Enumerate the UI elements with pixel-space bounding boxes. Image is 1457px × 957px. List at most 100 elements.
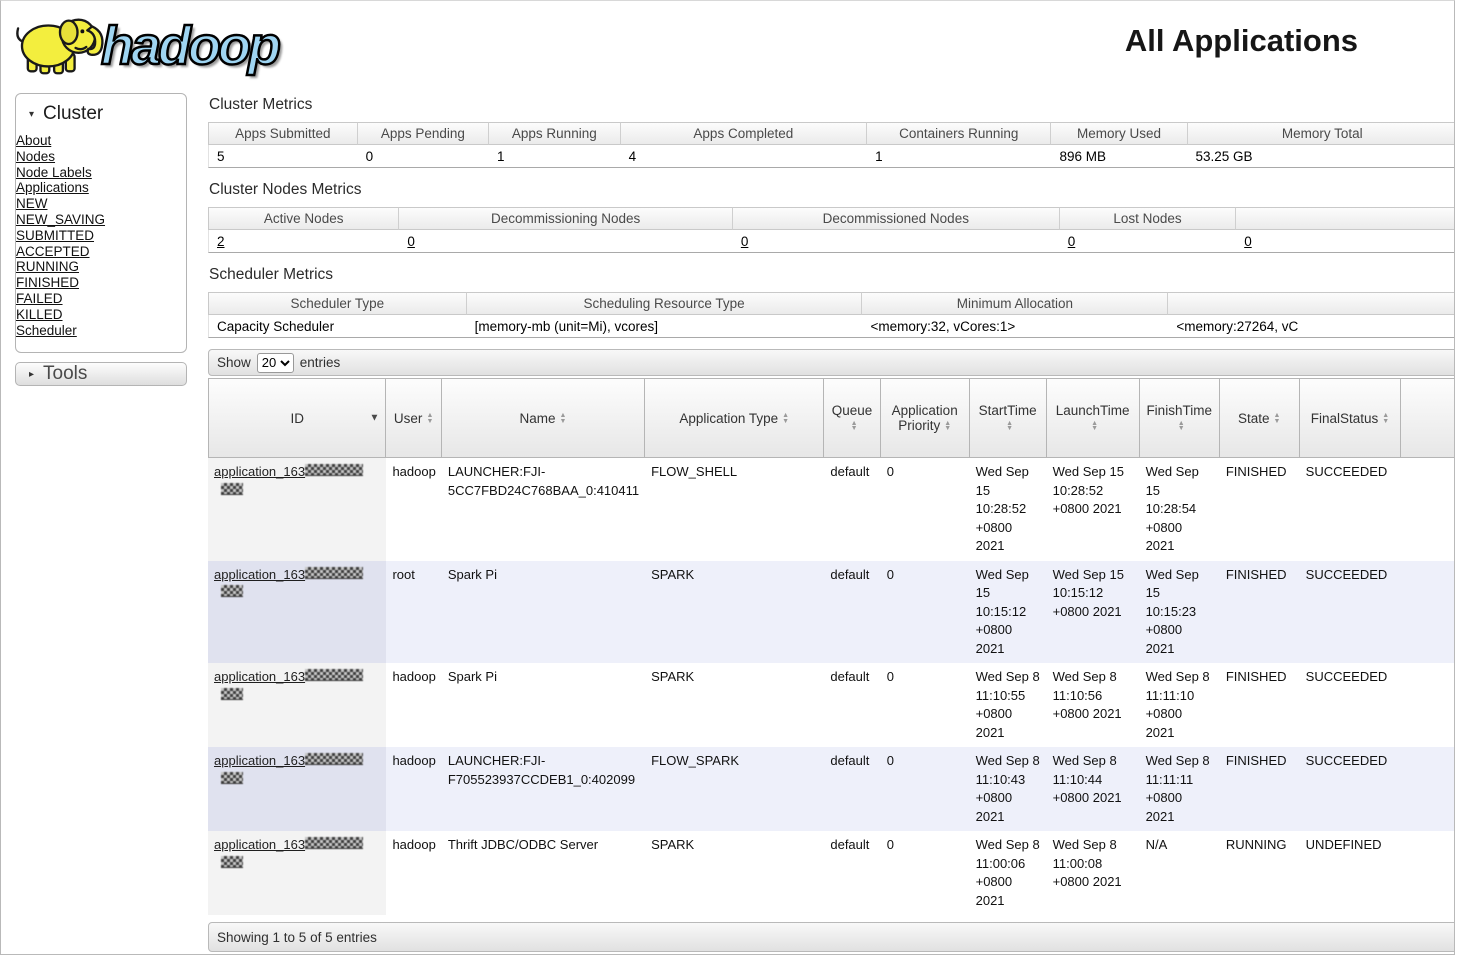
launch-time-cell: Wed Sep 8 11:00:08 +0800 2021 bbox=[1046, 831, 1140, 915]
apps-pending-value: 0 bbox=[357, 145, 490, 168]
col-queue[interactable]: Queue ▲ ▼ bbox=[824, 378, 881, 458]
application-id-link[interactable]: application_163 bbox=[214, 566, 364, 601]
sidebar-item-nodes[interactable]: Nodes bbox=[16, 149, 186, 165]
cluster-nav-header[interactable]: ▾ Cluster bbox=[16, 99, 186, 133]
finish-time-cell: Wed Sep 15 10:28:54 +0800 2021 bbox=[1139, 458, 1220, 561]
table-length-toolbar: Show 20 entries bbox=[208, 349, 1454, 376]
final-status-cell: SUCCEEDED bbox=[1299, 458, 1402, 561]
sort-icon: ▲ ▼ bbox=[1273, 412, 1281, 425]
sidebar-item-about[interactable]: About bbox=[16, 133, 186, 149]
app-state-link-finished[interactable]: FINISHED bbox=[16, 275, 186, 291]
tools-nav-title: Tools bbox=[43, 363, 88, 385]
cluster-nav-title: Cluster bbox=[43, 103, 104, 124]
scheduler-metrics-table: Scheduler Type Scheduling Resource Type … bbox=[208, 292, 1454, 338]
table-info-bar: Showing 1 to 5 of 5 entries bbox=[208, 922, 1454, 952]
col-final-status[interactable]: FinalStatus ▲ ▼ bbox=[1299, 378, 1402, 458]
state-cell: FINISHED bbox=[1219, 560, 1300, 663]
sort-icon: ▲ ▼ bbox=[1177, 419, 1185, 433]
containers-running-value: 1 bbox=[867, 145, 1052, 168]
app-state-link-running[interactable]: RUNNING bbox=[16, 259, 186, 275]
queue-cell: default bbox=[824, 831, 881, 915]
col-application-priority[interactable]: Application Priority ▲ ▼ bbox=[880, 378, 970, 458]
col-state[interactable]: State ▲ ▼ bbox=[1219, 378, 1300, 458]
app-state-link-killed[interactable]: KILLED bbox=[16, 307, 186, 323]
col-memory-total: Memory Total bbox=[1187, 122, 1454, 145]
redacted-id-segment bbox=[221, 585, 243, 597]
user-cell: hadoop bbox=[386, 831, 442, 915]
col-finish-time[interactable]: FinishTime ▲ ▼ bbox=[1139, 378, 1220, 458]
sidebar: ▾ Cluster About Nodes Node Labels Applic… bbox=[15, 93, 187, 387]
active-nodes-value: 2 bbox=[208, 230, 400, 253]
sidebar-item-scheduler[interactable]: Scheduler bbox=[16, 323, 186, 339]
app-state-link-accepted[interactable]: ACCEPTED bbox=[16, 244, 186, 260]
col-launch-time[interactable]: LaunchTime ▲ ▼ bbox=[1046, 378, 1140, 458]
sort-icon: ▲ ▼ bbox=[559, 412, 567, 425]
scheduler-type-value: Capacity Scheduler bbox=[208, 315, 467, 338]
table-row: application_163 hadoop LAUNCHER:FJI-5CC7… bbox=[208, 458, 1454, 561]
sort-desc-icon: ▼ bbox=[369, 412, 380, 424]
app-state-link-failed[interactable]: FAILED bbox=[16, 291, 186, 307]
decommissioned-nodes-value: 0 bbox=[732, 230, 1060, 253]
finish-time-cell: Wed Sep 8 11:11:11 +0800 2021 bbox=[1139, 747, 1220, 831]
application-id-link[interactable]: application_163 bbox=[214, 837, 364, 871]
launch-time-cell: Wed Sep 15 10:28:52 +0800 2021 bbox=[1046, 458, 1140, 561]
apps-completed-value: 4 bbox=[620, 145, 868, 168]
clipped-cell bbox=[1401, 747, 1454, 831]
priority-cell: 0 bbox=[880, 458, 970, 561]
finish-time-cell: Wed Sep 15 10:15:23 +0800 2021 bbox=[1139, 560, 1220, 663]
queue-cell: default bbox=[824, 458, 881, 561]
col-user[interactable]: User ▲ ▼ bbox=[386, 378, 442, 458]
priority-cell: 0 bbox=[880, 560, 970, 663]
name-cell: LAUNCHER:FJI-F705523937CCDEB1_0:402099 bbox=[441, 747, 646, 831]
name-cell: LAUNCHER:FJI-5CC7FBD24C768BAA_0:410411 bbox=[441, 458, 646, 561]
application-id-link[interactable]: application_163 bbox=[214, 753, 364, 787]
apps-submitted-value: 5 bbox=[208, 145, 358, 168]
sidebar-item-node-labels[interactable]: Node Labels bbox=[16, 165, 186, 181]
col-maximum-allocation-clipped bbox=[1168, 292, 1454, 315]
redacted-id-segment bbox=[221, 771, 243, 784]
clipped-cell bbox=[1401, 831, 1454, 915]
show-label: Show bbox=[217, 355, 251, 370]
col-memory-used: Memory Used bbox=[1051, 122, 1188, 145]
col-scheduler-type: Scheduler Type bbox=[208, 292, 467, 315]
scheduler-metrics-row: Capacity Scheduler [memory-mb (unit=Mi),… bbox=[208, 315, 1454, 338]
application-id-cell: application_163 bbox=[208, 458, 387, 561]
sidebar-item-applications[interactable]: Applications bbox=[16, 180, 186, 196]
application-id-link[interactable]: application_163 bbox=[214, 669, 364, 703]
state-cell: RUNNING bbox=[1219, 831, 1300, 915]
app-state-link-submitted[interactable]: SUBMITTED bbox=[16, 228, 186, 244]
col-name[interactable]: Name ▲ ▼ bbox=[441, 378, 646, 458]
maximum-allocation-value: <memory:27264, vC bbox=[1168, 315, 1454, 338]
tools-nav-header[interactable]: ▸ Tools bbox=[15, 362, 187, 387]
application-id-cell: application_163 bbox=[208, 747, 387, 831]
col-clipped bbox=[1401, 378, 1454, 458]
redacted-id-segment bbox=[221, 855, 243, 868]
hadoop-elephant-icon bbox=[16, 18, 104, 75]
col-id[interactable]: ID ▼ bbox=[208, 378, 387, 458]
hadoop-logo: hadoop bbox=[11, 7, 282, 83]
col-minimum-allocation: Minimum Allocation bbox=[862, 292, 1169, 315]
lost-nodes-value: 0 bbox=[1059, 230, 1237, 253]
app-state-link-new[interactable]: NEW bbox=[16, 196, 186, 212]
start-time-cell: Wed Sep 8 11:00:06 +0800 2021 bbox=[969, 831, 1047, 915]
application-id-link[interactable]: application_163 bbox=[214, 464, 364, 498]
col-start-time[interactable]: StartTime ▲ ▼ bbox=[969, 378, 1047, 458]
redacted-id-segment bbox=[221, 687, 243, 700]
user-cell: root bbox=[386, 560, 442, 663]
table-row: application_163 hadoop LAUNCHER:FJI-F705… bbox=[208, 747, 1454, 831]
sort-icon: ▲ ▼ bbox=[782, 412, 790, 425]
page-size-select[interactable]: 20 bbox=[256, 352, 294, 373]
cluster-nav-box: ▾ Cluster About Nodes Node Labels Applic… bbox=[15, 93, 187, 354]
state-cell: FINISHED bbox=[1219, 458, 1300, 561]
state-cell: FINISHED bbox=[1219, 663, 1300, 747]
state-cell: FINISHED bbox=[1219, 747, 1300, 831]
finish-time-cell: Wed Sep 8 11:11:10 +0800 2021 bbox=[1139, 663, 1220, 747]
memory-total-value: 53.25 GB bbox=[1187, 145, 1454, 168]
col-application-type[interactable]: Application Type ▲ ▼ bbox=[645, 378, 825, 458]
col-clipped-nodes bbox=[1236, 207, 1454, 230]
yarn-all-applications-page: hadoop All Applications ▾ Cluster About … bbox=[0, 0, 1455, 955]
table-row: application_163 root Spark Pi SPARK defa… bbox=[208, 560, 1454, 663]
app-state-link-new-saving[interactable]: NEW_SAVING bbox=[16, 212, 186, 228]
top-bar: hadoop All Applications bbox=[1, 1, 1454, 93]
redacted-id-segment bbox=[305, 566, 364, 579]
